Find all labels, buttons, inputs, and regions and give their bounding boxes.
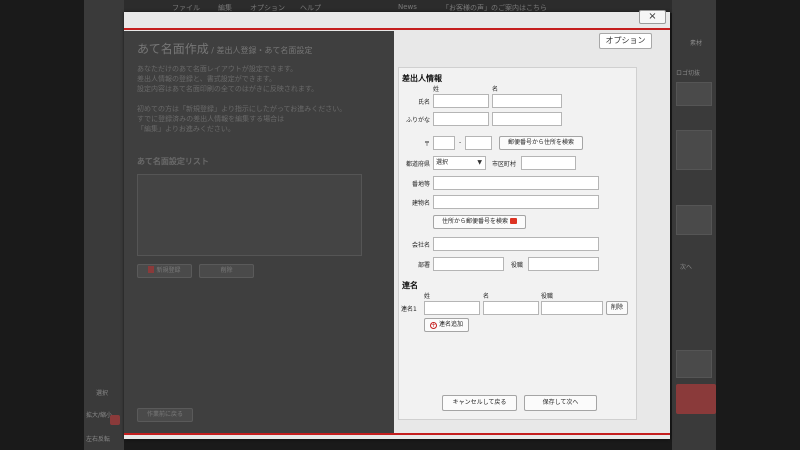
joint-column-mei: 名 xyxy=(483,293,490,300)
title-sub: / 差出人登録・あて名面設定 xyxy=(208,46,313,55)
joint-names-heading: 連名 xyxy=(402,281,418,290)
prefecture-select[interactable]: 選択 ▼ xyxy=(433,156,486,170)
new-doc-icon xyxy=(148,266,155,273)
last-name-field[interactable] xyxy=(433,94,489,108)
street-field[interactable] xyxy=(433,176,599,190)
bg-logo-label: ロゴ切抜 xyxy=(676,70,701,77)
company-field[interactable] xyxy=(433,237,599,251)
postal-dash: - xyxy=(459,139,462,146)
joint1-delete-button[interactable]: 削除 xyxy=(606,301,628,315)
bg-news-label: News xyxy=(398,3,417,11)
joint1-first-name-field[interactable] xyxy=(483,301,539,315)
postal-mark: 〒 xyxy=(424,141,431,148)
joint-column-title: 役職 xyxy=(541,293,554,300)
postal-code-second[interactable] xyxy=(465,136,492,150)
prefecture-label: 都道府県 xyxy=(405,161,430,168)
bg-thumb xyxy=(676,205,712,235)
description-line: 初めての方は「新規登録」より指示にしたがってお進みください。 xyxy=(137,105,347,113)
bg-thumb xyxy=(676,130,712,170)
city-field[interactable] xyxy=(521,156,576,170)
add-circle-icon: + xyxy=(429,322,437,329)
joint1-title-field[interactable] xyxy=(541,301,603,315)
bg-left-toolbar xyxy=(84,0,124,450)
title-main: あて名面作成 xyxy=(137,42,209,56)
description-line: あなただけのあて名面レイアウトが設定できます。 xyxy=(137,65,298,73)
settings-list[interactable] xyxy=(137,174,362,256)
description-line: 「編集」よりお進みください。 xyxy=(137,125,235,133)
new-entry-button[interactable]: 新規登録 xyxy=(137,264,192,278)
sender-heading: 差出人情報 xyxy=(402,74,442,83)
close-button[interactable]: × xyxy=(639,10,666,24)
add-joint-name-button[interactable]: + 連名追加 xyxy=(424,318,469,332)
city-label: 市区町村 xyxy=(492,161,517,168)
modal-top-accent xyxy=(124,28,670,30)
cancel-button[interactable]: キャンセルして戻る xyxy=(442,395,517,411)
first-name-kana-field[interactable] xyxy=(492,112,562,126)
postal-code-first[interactable] xyxy=(433,136,455,150)
prefecture-value: 選択 xyxy=(436,159,449,166)
company-label: 会社名 xyxy=(411,242,430,249)
address-search-label: 住所から郵便番号を検索 xyxy=(441,218,508,225)
new-entry-label: 新規登録 xyxy=(156,267,181,274)
bg-material-label: 素材 xyxy=(690,40,703,47)
bg-mascot-badge xyxy=(676,384,716,414)
description-line: 設定内容はあて名面印刷の全てのはがきに反映されます。 xyxy=(137,85,319,93)
bg-thumb xyxy=(676,350,712,378)
bg-next-label: 次へ xyxy=(680,264,693,271)
description-line: 差出人情報の登録と、書式設定ができます。 xyxy=(137,75,277,83)
save-next-button[interactable]: 保存して次へ xyxy=(524,395,597,411)
delete-entry-button[interactable]: 削除 xyxy=(199,264,254,278)
bg-zoom-tool: 拡大/縮小 xyxy=(86,412,113,419)
bg-flip-tool: 左右反転 xyxy=(86,436,111,443)
page-title: あて名面作成 / 差出人登録・あて名面設定 xyxy=(137,40,312,57)
street-label: 番地等 xyxy=(411,181,430,188)
postal-icon xyxy=(510,218,517,224)
department-field[interactable] xyxy=(433,257,504,271)
first-name-field[interactable] xyxy=(492,94,562,108)
options-button[interactable]: オプション xyxy=(599,33,652,49)
postal-search-button[interactable]: 郵便番号から住所を検索 xyxy=(499,136,583,150)
building-label: 建物名 xyxy=(411,200,430,207)
furigana-label: ふりがな xyxy=(405,117,430,124)
back-to-work-button[interactable]: 作業前に戻る xyxy=(137,408,193,422)
joint1-label: 連名1 xyxy=(401,306,417,313)
address-search-button[interactable]: 住所から郵便番号を検索 xyxy=(433,215,526,229)
column-mei: 名 xyxy=(492,86,499,93)
joint-column-sei: 姓 xyxy=(424,293,431,300)
bg-thumb xyxy=(676,82,712,106)
add-joint-label: 連名追加 xyxy=(438,321,463,328)
description-line: すでに登録済みの差出人情報を編集する場合は xyxy=(137,115,285,123)
bg-tool-icon xyxy=(110,415,120,425)
dropdown-arrow-icon: ▼ xyxy=(477,159,482,166)
column-sei: 姓 xyxy=(433,86,440,93)
building-field[interactable] xyxy=(433,195,599,209)
settings-list-heading: あて名面設定リスト xyxy=(137,157,209,166)
bg-select-tool: 選択 xyxy=(96,390,109,397)
modal-bottom-accent xyxy=(124,433,670,435)
last-name-kana-field[interactable] xyxy=(433,112,489,126)
name-label: 氏名 xyxy=(417,99,430,106)
department-label: 部署 xyxy=(417,262,430,269)
position-field[interactable] xyxy=(528,257,599,271)
position-label: 役職 xyxy=(511,262,524,269)
joint1-last-name-field[interactable] xyxy=(424,301,480,315)
